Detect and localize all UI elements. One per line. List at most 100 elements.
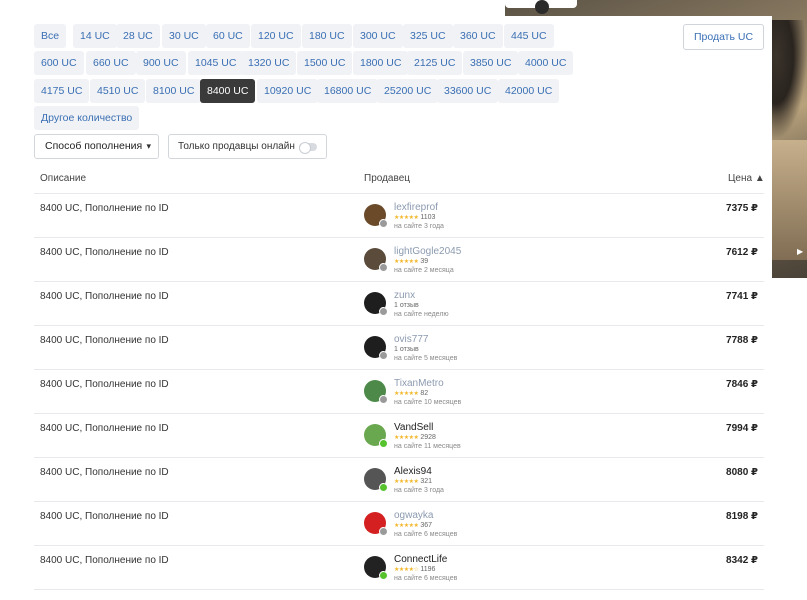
online-status-dot <box>379 483 388 492</box>
online-status-dot <box>379 571 388 580</box>
amount-chip[interactable]: 4510 UC <box>90 79 146 103</box>
seller-name-link[interactable]: lightGogle2045 <box>394 246 461 257</box>
amount-chip[interactable]: 120 UC <box>251 24 301 48</box>
offer-price: 8342 ₽ <box>726 555 758 566</box>
online-status-dot <box>379 439 388 448</box>
table-row[interactable]: 8400 UC, Пополнение по ID Alexis94 ★★★★★ 3… <box>34 458 764 502</box>
column-header-price[interactable]: Цена ▲ <box>728 173 765 184</box>
seller-rating: 1 отзыв <box>394 346 419 353</box>
amount-chip[interactable]: 4175 UC <box>34 79 90 103</box>
seller-rating: ★★★★★ 321 <box>394 478 432 485</box>
amount-chip[interactable]: 30 UC <box>162 24 206 48</box>
review-count: 82 <box>420 390 429 397</box>
offer-price: 7788 ₽ <box>726 335 758 346</box>
offer-description: 8400 UC, Пополнение по ID <box>40 423 169 434</box>
top-badge-icon <box>535 0 549 14</box>
online-only-label: Только продавцы онлайн <box>178 141 295 152</box>
star-icon: ★★★★★ <box>394 391 419 397</box>
amount-chip[interactable]: 8100 UC <box>146 79 202 103</box>
seller-rating: ★★★★★ 1103 <box>394 214 435 221</box>
seller-name-link[interactable]: TixanMetro <box>394 378 444 389</box>
seller-name-link[interactable]: VandSell <box>394 422 433 433</box>
review-count: 1103 <box>420 214 436 221</box>
table-row[interactable]: 8400 UC, Пополнение по ID TixanMetro ★★★★★… <box>34 370 764 414</box>
table-row[interactable]: 8400 UC, Пополнение по ID ConnectLife ★★★★… <box>34 546 764 590</box>
amount-chip[interactable]: 16800 UC <box>317 79 379 103</box>
column-header-seller: Продавец <box>364 173 410 184</box>
seller-name-link[interactable]: ogwayka <box>394 510 433 521</box>
offer-price: 7612 ₽ <box>726 247 758 258</box>
amount-chip[interactable]: 600 UC <box>34 51 84 75</box>
table-row[interactable]: 8400 UC, Пополнение по ID lexfireprof ★★★★… <box>34 194 764 238</box>
amount-chip[interactable]: 25200 UC <box>377 79 439 103</box>
amount-chip[interactable]: 1800 UC <box>353 51 409 75</box>
toggle-switch[interactable] <box>299 142 317 154</box>
amount-chip[interactable]: 8400 UC <box>200 79 256 103</box>
table-row[interactable]: 8400 UC, Пополнение по ID ogwayka ★★★★★ 36… <box>34 502 764 546</box>
amount-chip[interactable]: Все <box>34 24 67 48</box>
online-status-dot <box>379 395 388 404</box>
table-row[interactable]: 8400 UC, Пополнение по ID ovis777 1 отзыв н… <box>34 326 764 370</box>
amount-chip[interactable]: 14 UC <box>73 24 117 48</box>
seller-rating: 1 отзыв <box>394 302 419 309</box>
star-icon: ★★★★★ <box>394 259 419 265</box>
amount-chip[interactable]: 660 UC <box>86 51 136 75</box>
offer-description: 8400 UC, Пополнение по ID <box>40 379 169 390</box>
amount-chip[interactable]: 1045 UC <box>188 51 244 75</box>
table-row[interactable]: 8400 UC, Пополнение по ID zunx 1 отзыв на с… <box>34 282 764 326</box>
amount-chip[interactable]: 3850 UC <box>463 51 519 75</box>
star-icon: ★★★★☆ <box>394 567 419 573</box>
amount-chip[interactable]: 360 UC <box>453 24 503 48</box>
amount-chip[interactable]: 445 UC <box>504 24 554 48</box>
amount-chip[interactable]: 325 UC <box>403 24 453 48</box>
offer-description: 8400 UC, Пополнение по ID <box>40 247 169 258</box>
table-row[interactable]: 8400 UC, Пополнение по ID lightGogle2045 ★… <box>34 238 764 282</box>
amount-chip[interactable]: 4000 UC <box>518 51 574 75</box>
seller-name-link[interactable]: zunx <box>394 290 415 301</box>
seller-name-link[interactable]: Alexis94 <box>394 466 432 477</box>
amount-chip[interactable]: 10920 UC <box>257 79 319 103</box>
chevron-down-icon: ▾ <box>146 141 151 151</box>
amount-chip[interactable]: 2125 UC <box>407 51 463 75</box>
amount-chip[interactable]: 28 UC <box>116 24 160 48</box>
review-count: 1 отзыв <box>394 302 419 309</box>
offer-description: 8400 UC, Пополнение по ID <box>40 335 169 346</box>
seller-name-link[interactable]: lexfireprof <box>394 202 438 213</box>
review-count: 1196 <box>420 566 436 573</box>
amount-chip[interactable]: 60 UC <box>206 24 250 48</box>
seller-name-link[interactable]: ovis777 <box>394 334 428 345</box>
online-only-toggle[interactable]: Только продавцы онлайн <box>168 134 327 159</box>
seller-name-link[interactable]: ConnectLife <box>394 554 447 565</box>
offer-price: 7846 ₽ <box>726 379 758 390</box>
amount-chip[interactable]: 1500 UC <box>297 51 353 75</box>
review-count: 39 <box>420 258 429 265</box>
amount-chip[interactable]: 300 UC <box>353 24 403 48</box>
payment-method-label: Способ пополнения <box>45 140 143 152</box>
review-count: 321 <box>420 478 433 485</box>
seller-rating: ★★★★★ 82 <box>394 390 428 397</box>
amount-chip[interactable]: 33600 UC <box>437 79 499 103</box>
star-icon: ★★★★★ <box>394 435 419 441</box>
online-status-dot <box>379 527 388 536</box>
sell-uc-button[interactable]: Продать UC <box>683 24 764 50</box>
amount-chip[interactable]: 180 UC <box>302 24 352 48</box>
seller-since: на сайте 10 месяцев <box>394 399 462 406</box>
online-status-dot <box>379 219 388 228</box>
amount-chip[interactable]: 1320 UC <box>241 51 297 75</box>
payment-method-select[interactable]: Способ пополнения ▾ <box>34 134 159 159</box>
seller-since: на сайте 6 месяцев <box>394 531 458 538</box>
amount-chip[interactable]: Другое количество <box>34 106 140 130</box>
offer-description: 8400 UC, Пополнение по ID <box>40 203 169 214</box>
table-row[interactable]: 8400 UC, Пополнение по ID VandSell ★★★★★ 2… <box>34 414 764 458</box>
amount-chip[interactable]: 900 UC <box>136 51 186 75</box>
offer-description: 8400 UC, Пополнение по ID <box>40 555 169 566</box>
star-icon: ★★★★★ <box>394 215 419 221</box>
seller-since: на сайте 6 месяцев <box>394 575 458 582</box>
star-icon: ★★★★★ <box>394 479 419 485</box>
online-status-dot <box>379 307 388 316</box>
offer-price: 7375 ₽ <box>726 203 758 214</box>
seller-rating: ★★★★★ 367 <box>394 522 432 529</box>
star-icon: ★★★★★ <box>394 523 419 529</box>
chevron-right-icon: ▶ <box>797 247 804 256</box>
amount-chip[interactable]: 42000 UC <box>498 79 560 103</box>
